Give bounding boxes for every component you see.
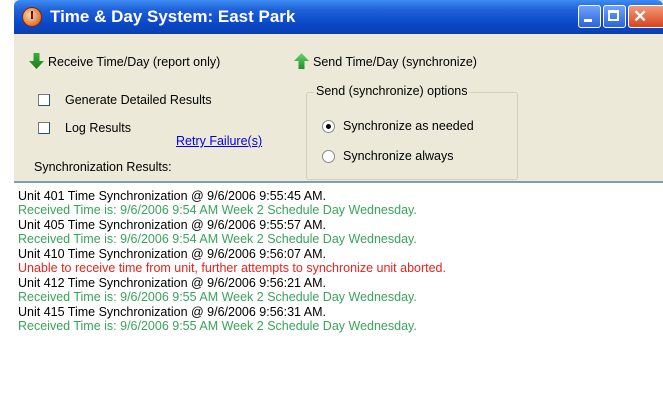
log-line: Unable to receive time from unit, furthe… (18, 261, 446, 275)
maximize-button[interactable] (603, 5, 626, 28)
maximize-icon (608, 10, 619, 21)
log-line: Unit 412 Time Synchronization @ 9/6/2006… (18, 276, 327, 290)
log-line: Unit 401 Time Synchronization @ 9/6/2006… (18, 189, 327, 203)
title-bar[interactable]: Time & Day System: East Park ✕ (14, 0, 663, 34)
synchronization-results-log[interactable]: Unit 401 Time Synchronization @ 9/6/2006… (14, 181, 663, 408)
send-time-label: Send Time/Day (synchronize) (313, 55, 477, 69)
app-window: Time & Day System: East Park ✕ Receive T… (14, 0, 663, 408)
clock-app-icon (22, 7, 42, 27)
send-options-title: Send (synchronize) options (314, 84, 470, 98)
close-button[interactable]: ✕ (628, 5, 663, 28)
up-arrow-icon (294, 53, 309, 69)
minimize-button[interactable] (578, 5, 601, 28)
radio-selected-dot (326, 124, 331, 129)
log-line: Received Time is: 9/6/2006 9:54 AM Week … (18, 203, 417, 217)
checkbox-box[interactable] (38, 122, 50, 134)
synchronization-results-label: Synchronization Results: (34, 160, 172, 174)
minimize-icon (584, 19, 592, 22)
log-line: Received Time is: 9/6/2006 9:55 AM Week … (18, 319, 417, 333)
receive-time-button[interactable]: Receive Time/Day (report only) (29, 53, 220, 69)
log-line: Unit 410 Time Synchronization @ 9/6/2006… (18, 247, 327, 261)
down-arrow-icon (29, 53, 44, 69)
synchronize-always-label: Synchronize always (343, 149, 454, 163)
send-options-group (306, 92, 518, 180)
radio-circle[interactable] (322, 150, 335, 163)
checkbox-box[interactable] (38, 94, 50, 106)
log-results-label: Log Results (65, 121, 132, 135)
synchronize-as-needed-label: Synchronize as needed (343, 119, 474, 133)
generate-detailed-results-label: Generate Detailed Results (65, 93, 212, 107)
radio-circle[interactable] (322, 120, 335, 133)
send-time-button[interactable]: Send Time/Day (synchronize) (294, 53, 477, 69)
log-line: Unit 405 Time Synchronization @ 9/6/2006… (18, 218, 327, 232)
window-title: Time & Day System: East Park (50, 7, 296, 26)
close-icon: ✕ (633, 7, 648, 26)
log-line: Received Time is: 9/6/2006 9:55 AM Week … (18, 290, 417, 304)
retry-failures-link[interactable]: Retry Failure(s) (176, 134, 262, 148)
log-line: Received Time is: 9/6/2006 9:54 AM Week … (18, 232, 417, 246)
log-line: Unit 415 Time Synchronization @ 9/6/2006… (18, 305, 327, 319)
receive-time-label: Receive Time/Day (report only) (48, 55, 221, 69)
